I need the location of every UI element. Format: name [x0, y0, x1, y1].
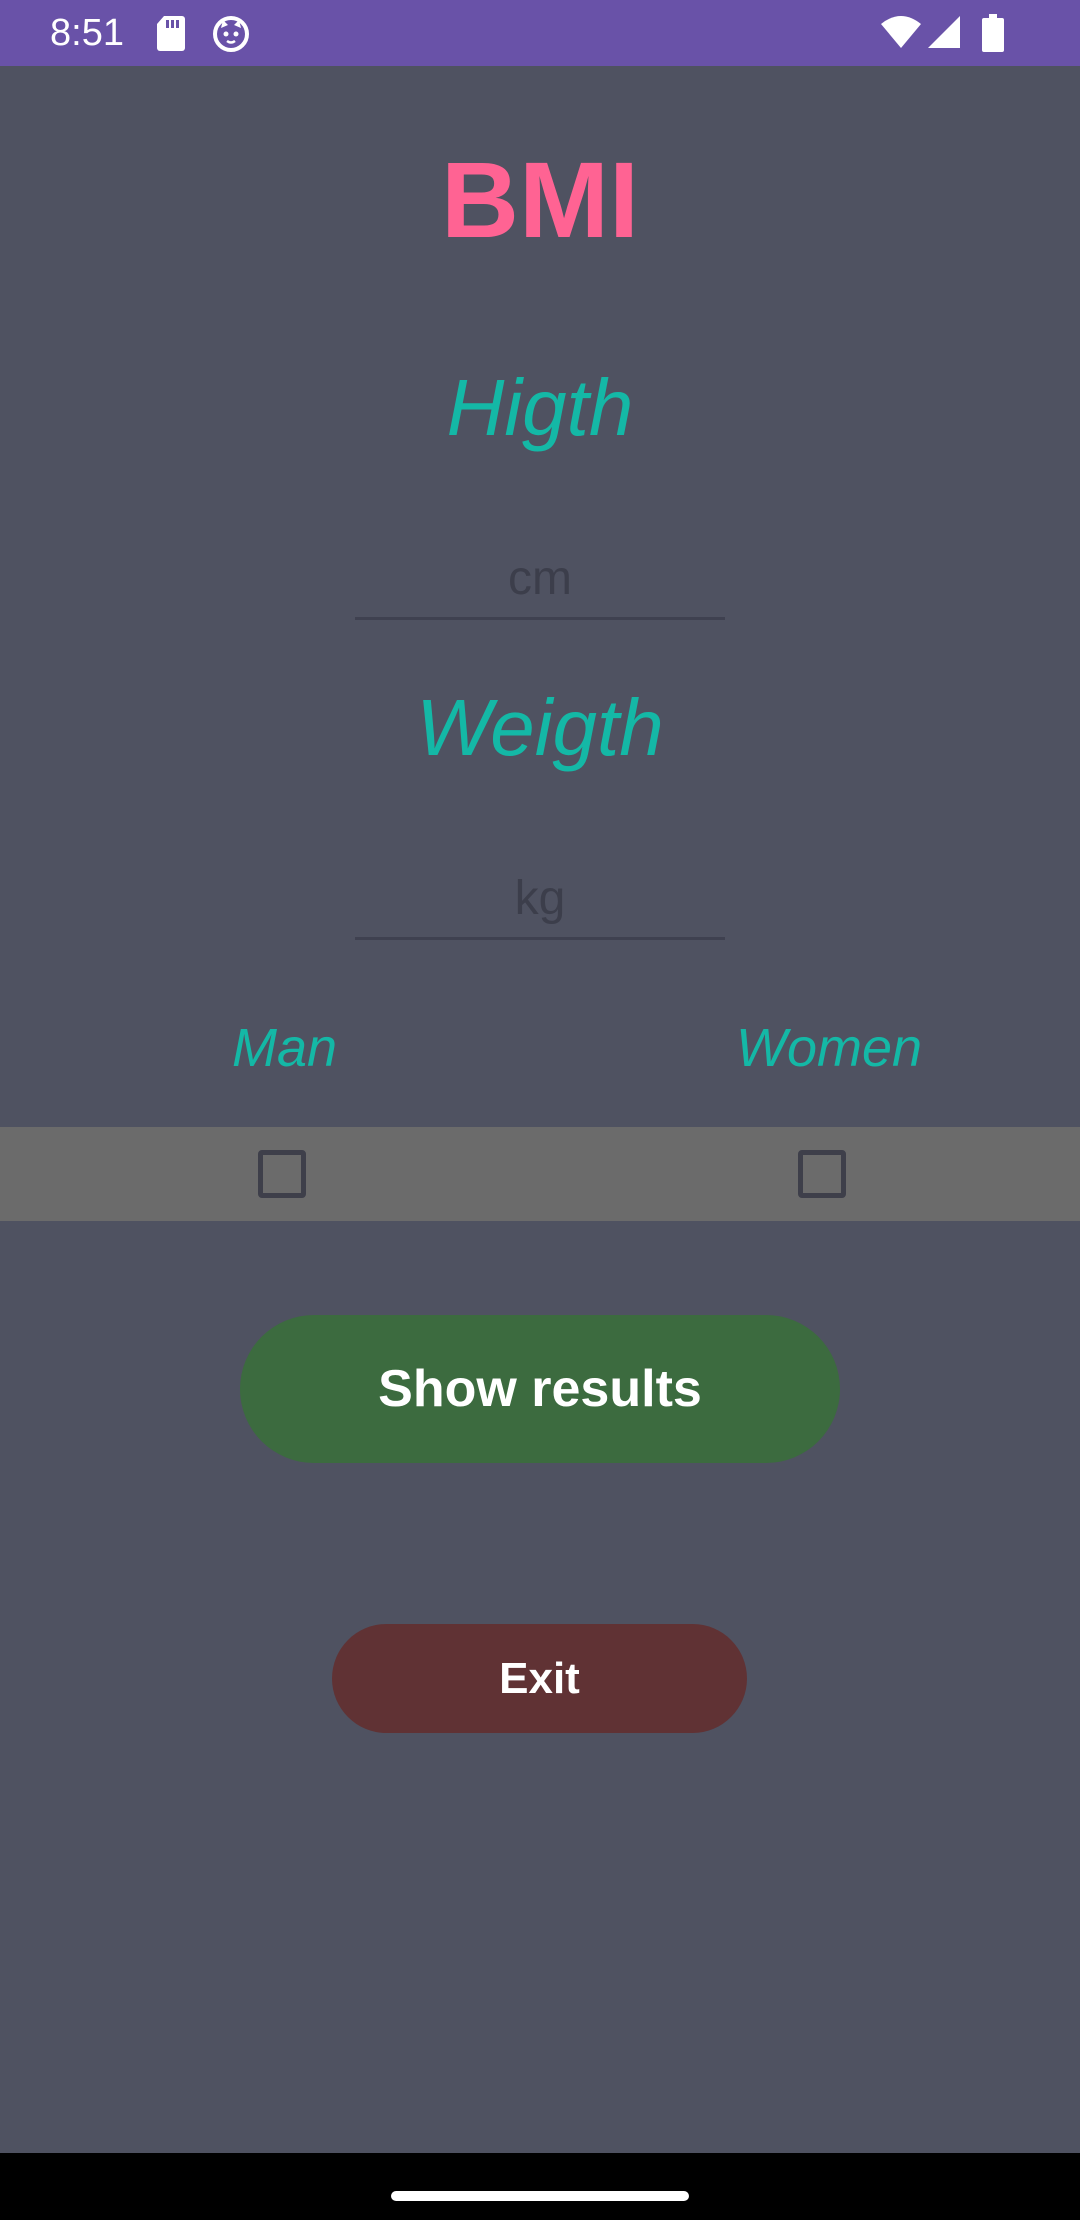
status-time: 8:51: [50, 12, 124, 54]
home-gesture-handle[interactable]: [391, 2191, 689, 2201]
cat-icon: [213, 16, 249, 52]
height-label: Higth: [446, 363, 634, 452]
app-title: BMI: [441, 139, 639, 260]
man-checkbox[interactable]: [258, 1150, 306, 1198]
gender-checkbox-row: [0, 1127, 1080, 1221]
weight-input[interactable]: [355, 860, 725, 940]
status-bar: 8:51: [0, 0, 1080, 66]
cell-signal-icon: [928, 16, 960, 48]
height-input[interactable]: [355, 540, 725, 620]
women-label: Women: [736, 1018, 923, 1078]
sd-card-icon: [157, 16, 185, 51]
show-results-button[interactable]: Show results: [240, 1315, 840, 1463]
exit-button[interactable]: Exit: [332, 1624, 747, 1733]
wifi-icon: [881, 16, 921, 48]
man-label: Man: [232, 1018, 338, 1078]
weight-label: Weigth: [416, 683, 664, 772]
battery-icon: [982, 14, 1004, 52]
women-checkbox[interactable]: [798, 1150, 846, 1198]
navigation-bar: [0, 2153, 1080, 2220]
